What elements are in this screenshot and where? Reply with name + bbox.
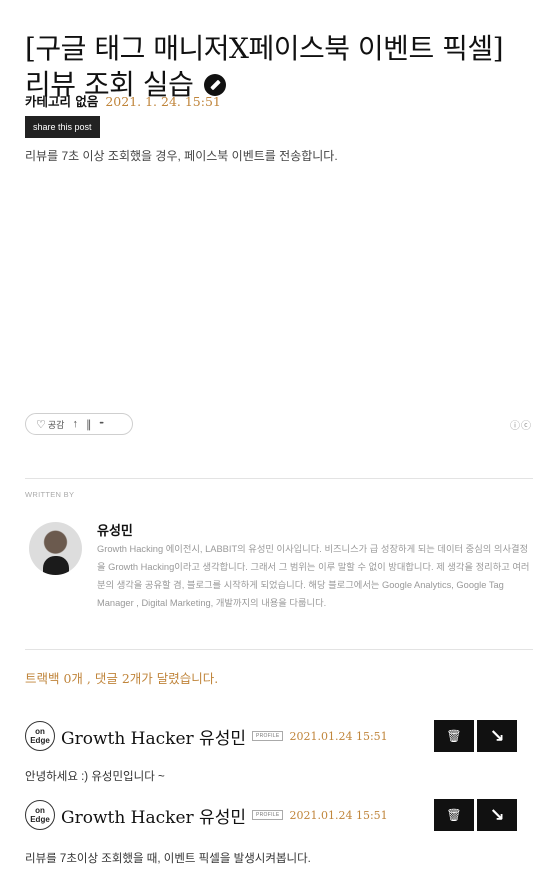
comment-count: 트랙백 0개 , 댓글 2개가 달렸습니다. (25, 671, 219, 686)
written-by-label: WRITTEN BY (25, 490, 75, 499)
commenter-avatar[interactable]: on Edge (25, 721, 55, 751)
commenter-avatar[interactable]: on Edge (25, 800, 55, 830)
author-name[interactable]: 유성민 (97, 520, 133, 539)
logo-text-top: on (35, 806, 45, 815)
share-icon[interactable] (72, 418, 78, 430)
like-button[interactable]: 공감 (36, 418, 65, 431)
author-description: Growth Hacking 에이전시, LABBIT의 유성민 이사입니다. … (97, 544, 530, 608)
comment-text: 안녕하세요 :) 유성민입니다 ~ (25, 771, 165, 783)
logo-text-top: on (35, 727, 45, 736)
comment-header: on Edge Growth Hacker 유성민 PROFILE 2021.0… (25, 720, 388, 752)
delete-comment-button[interactable] (434, 720, 474, 752)
post-meta: 카테고리 없음 2021. 1. 24. 15:51 (25, 91, 221, 110)
reply-comment-button[interactable] (477, 720, 517, 752)
author-avatar[interactable] (29, 522, 82, 575)
profile-badge: PROFILE (251, 810, 284, 820)
logo-text-bottom: Edge (30, 736, 50, 745)
post-title-line1: [구글 태그 매니저X페이스북 이벤트 픽셀] (25, 31, 504, 65)
comment-header: on Edge Growth Hacker 유성민 PROFILE 2021.0… (25, 799, 388, 831)
heart-icon (36, 418, 48, 431)
reply-comment-button[interactable] (477, 799, 517, 831)
arrow-down-right-icon (489, 805, 504, 826)
post-date: 2021. 1. 24. 15:51 (105, 94, 221, 109)
trash-icon (446, 729, 461, 743)
logo-text-bottom: Edge (30, 815, 50, 824)
post-category[interactable]: 카테고리 없음 (25, 94, 98, 109)
share-post-button[interactable]: share this post (25, 116, 100, 138)
profile-badge: PROFILE (251, 731, 284, 741)
comment-text: 리뷰를 7초이상 조회했을 때, 이벤트 픽셀을 발생시켜봅니다. (25, 853, 311, 865)
divider (25, 478, 533, 479)
comment-date: 2021.01.24 15:51 (289, 729, 388, 743)
delete-comment-button[interactable] (434, 799, 474, 831)
reaction-bar: 공감 (25, 413, 133, 435)
comment-date: 2021.01.24 15:51 (289, 808, 388, 822)
trash-icon (446, 808, 461, 822)
commenter-name[interactable]: Growth Hacker 유성민 (61, 724, 246, 749)
like-label: 공감 (47, 419, 65, 430)
divider (25, 649, 533, 650)
arrow-down-right-icon (489, 726, 504, 747)
post-body: 리뷰를 7초 이상 조회했을 경우, 페이스북 이벤트를 전송합니다. (25, 149, 338, 163)
stats-icon[interactable] (86, 418, 92, 431)
more-icon[interactable] (99, 421, 102, 427)
commenter-name[interactable]: Growth Hacker 유성민 (61, 803, 246, 828)
ccl-license-icon[interactable]: ⓘⓒ (510, 417, 532, 432)
